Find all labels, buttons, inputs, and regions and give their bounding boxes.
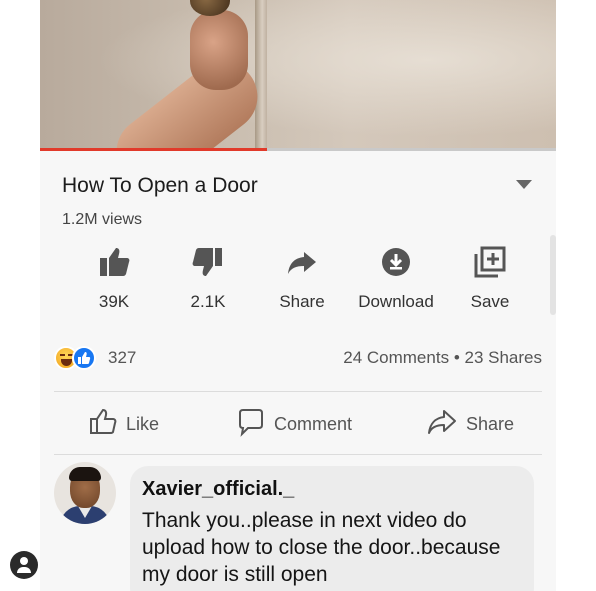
video-hand [190,10,248,90]
avatar[interactable] [54,462,116,524]
share-count-link[interactable]: 23 Shares [465,348,543,367]
share-arrow-icon [256,244,348,280]
dislike-button[interactable]: 2.1K [162,244,254,312]
video-progress-fill [40,148,268,151]
expand-description-icon[interactable] [516,180,532,189]
engagement-stats: 24 Comments • 23 Shares [343,348,542,368]
post-frame: How To Open a Door 1.2M views 39K 2.1K S… [40,0,556,591]
comment-bubble-icon [236,407,266,442]
share-label: Share [279,292,325,311]
stats-separator: • [453,348,460,367]
post-comment-button[interactable]: Comment [236,404,352,444]
post-like-label: Like [126,413,160,434]
like-reaction-icon [72,346,96,370]
view-count: 1.2M views [62,211,143,228]
post-like-button[interactable]: Like [88,404,159,444]
thumbs-up-outline-icon [88,407,118,442]
like-count: 39K [98,292,130,311]
download-label: Download [358,292,434,311]
door-edge [255,0,267,150]
post-share-label: Share [466,413,515,434]
user-profile-icon[interactable] [10,551,38,579]
share-outline-icon [426,407,458,442]
post-actions: Like Comment Share [40,404,556,444]
thumbs-down-icon [162,244,254,280]
video-player[interactable] [40,0,556,150]
video-actions: 39K 2.1K Share Download Save [68,244,548,316]
divider [54,454,542,455]
save-label: Save [470,292,510,311]
dislike-count: 2.1K [190,292,226,311]
video-progress-bar[interactable] [40,148,556,151]
post-comment-label: Comment [274,413,353,434]
video-title: How To Open a Door [62,174,258,197]
add-to-playlist-icon [444,244,536,280]
reaction-count: 327 [108,348,137,367]
divider [54,391,542,392]
share-button[interactable]: Share [256,244,348,312]
comment-author[interactable]: Xavier_official._ [142,478,522,501]
like-button[interactable]: 39K [68,244,160,312]
scrollbar[interactable] [550,235,556,315]
thumbs-up-icon [68,244,160,280]
comment-bubble: Xavier_official._ Thank you..please in n… [130,466,534,591]
video-background [40,0,556,150]
comment-text: Thank you..please in next video do uploa… [142,509,501,586]
save-button[interactable]: Save [444,244,536,312]
post-share-button[interactable]: Share [426,404,514,444]
download-icon [350,244,442,280]
download-button[interactable]: Download [350,244,442,312]
comment-count-link[interactable]: 24 Comments [343,348,449,367]
